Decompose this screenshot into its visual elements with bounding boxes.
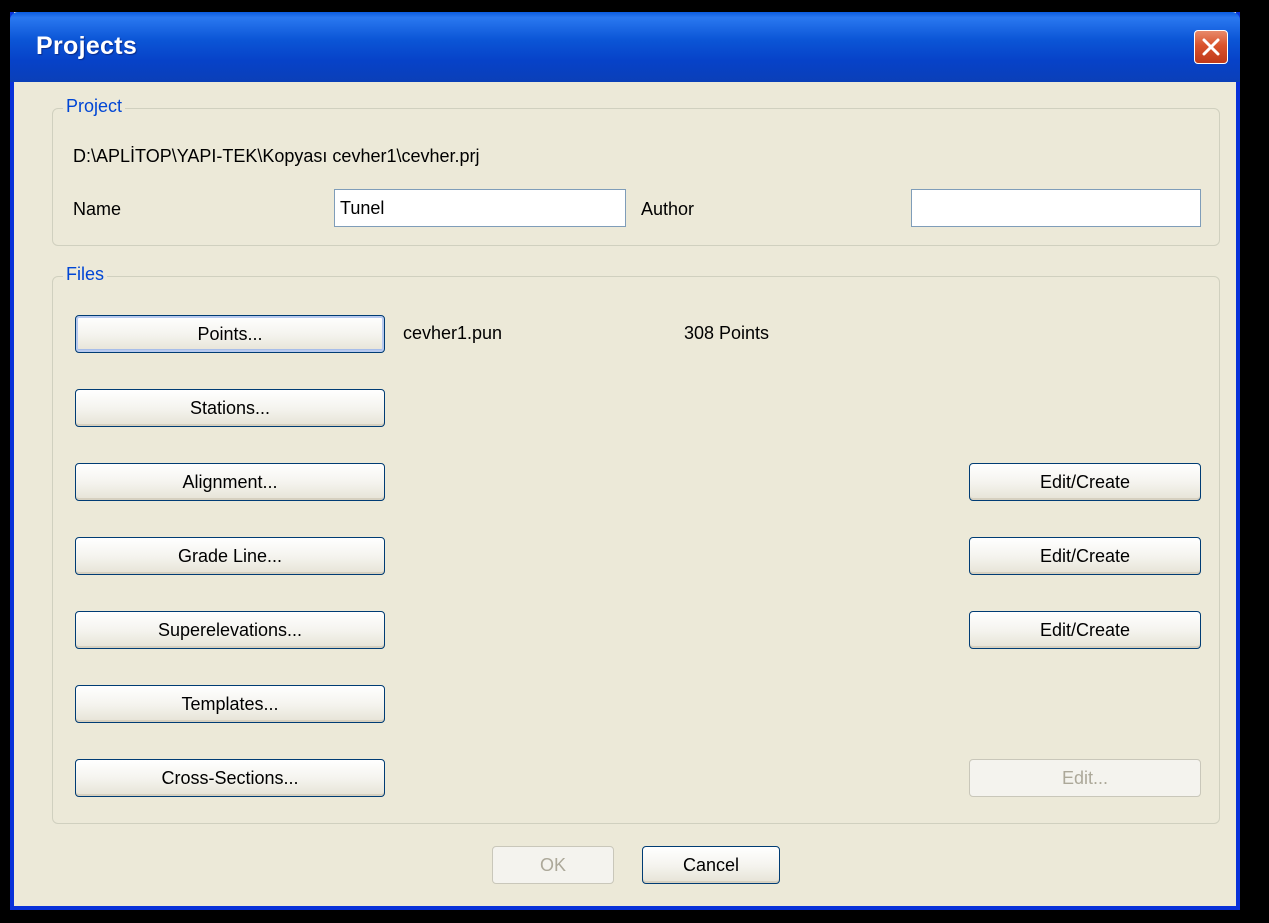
files-group-legend: Files [63,264,108,285]
name-input[interactable] [334,189,626,227]
project-path: D:\APLİTOP\YAPI-TEK\Kopyası cevher1\cevh… [73,146,480,166]
author-label: Author [641,199,695,219]
cancel-button[interactable]: Cancel [642,846,780,884]
stations-button[interactable]: Stations... [75,389,385,427]
superelevations-edit-create-button[interactable]: Edit/Create [969,611,1201,649]
points-count: 308 Points [684,323,770,343]
alignment-edit-create-button[interactable]: Edit/Create [969,463,1201,501]
name-label: Name [73,199,122,219]
ok-button[interactable]: OK [492,846,614,884]
templates-button[interactable]: Templates... [75,685,385,723]
project-groupbox: Project D:\APLİTOP\YAPI-TEK\Kopyası cevh… [52,96,1220,246]
close-button[interactable] [1194,30,1228,64]
cross-sections-button[interactable]: Cross-Sections... [75,759,385,797]
window-title: Projects [36,32,138,60]
projects-dialog: Projects Project D:\APLİTOP\YAPI-TEK\Kop… [10,12,1240,910]
project-group-legend: Project [63,96,126,117]
close-icon [1202,38,1220,56]
alignment-button[interactable]: Alignment... [75,463,385,501]
grade-line-button[interactable]: Grade Line... [75,537,385,575]
cross-sections-edit-button[interactable]: Edit... [969,759,1201,797]
author-input[interactable] [911,189,1201,227]
superelevations-button[interactable]: Superelevations... [75,611,385,649]
grade-line-edit-create-button[interactable]: Edit/Create [969,537,1201,575]
points-file-name: cevher1.pun [403,323,503,343]
title-bar[interactable]: Projects [10,12,1240,82]
files-groupbox: Files Points... cevher1.pun 308 Points S… [52,264,1220,824]
points-button[interactable]: Points... [75,315,385,353]
